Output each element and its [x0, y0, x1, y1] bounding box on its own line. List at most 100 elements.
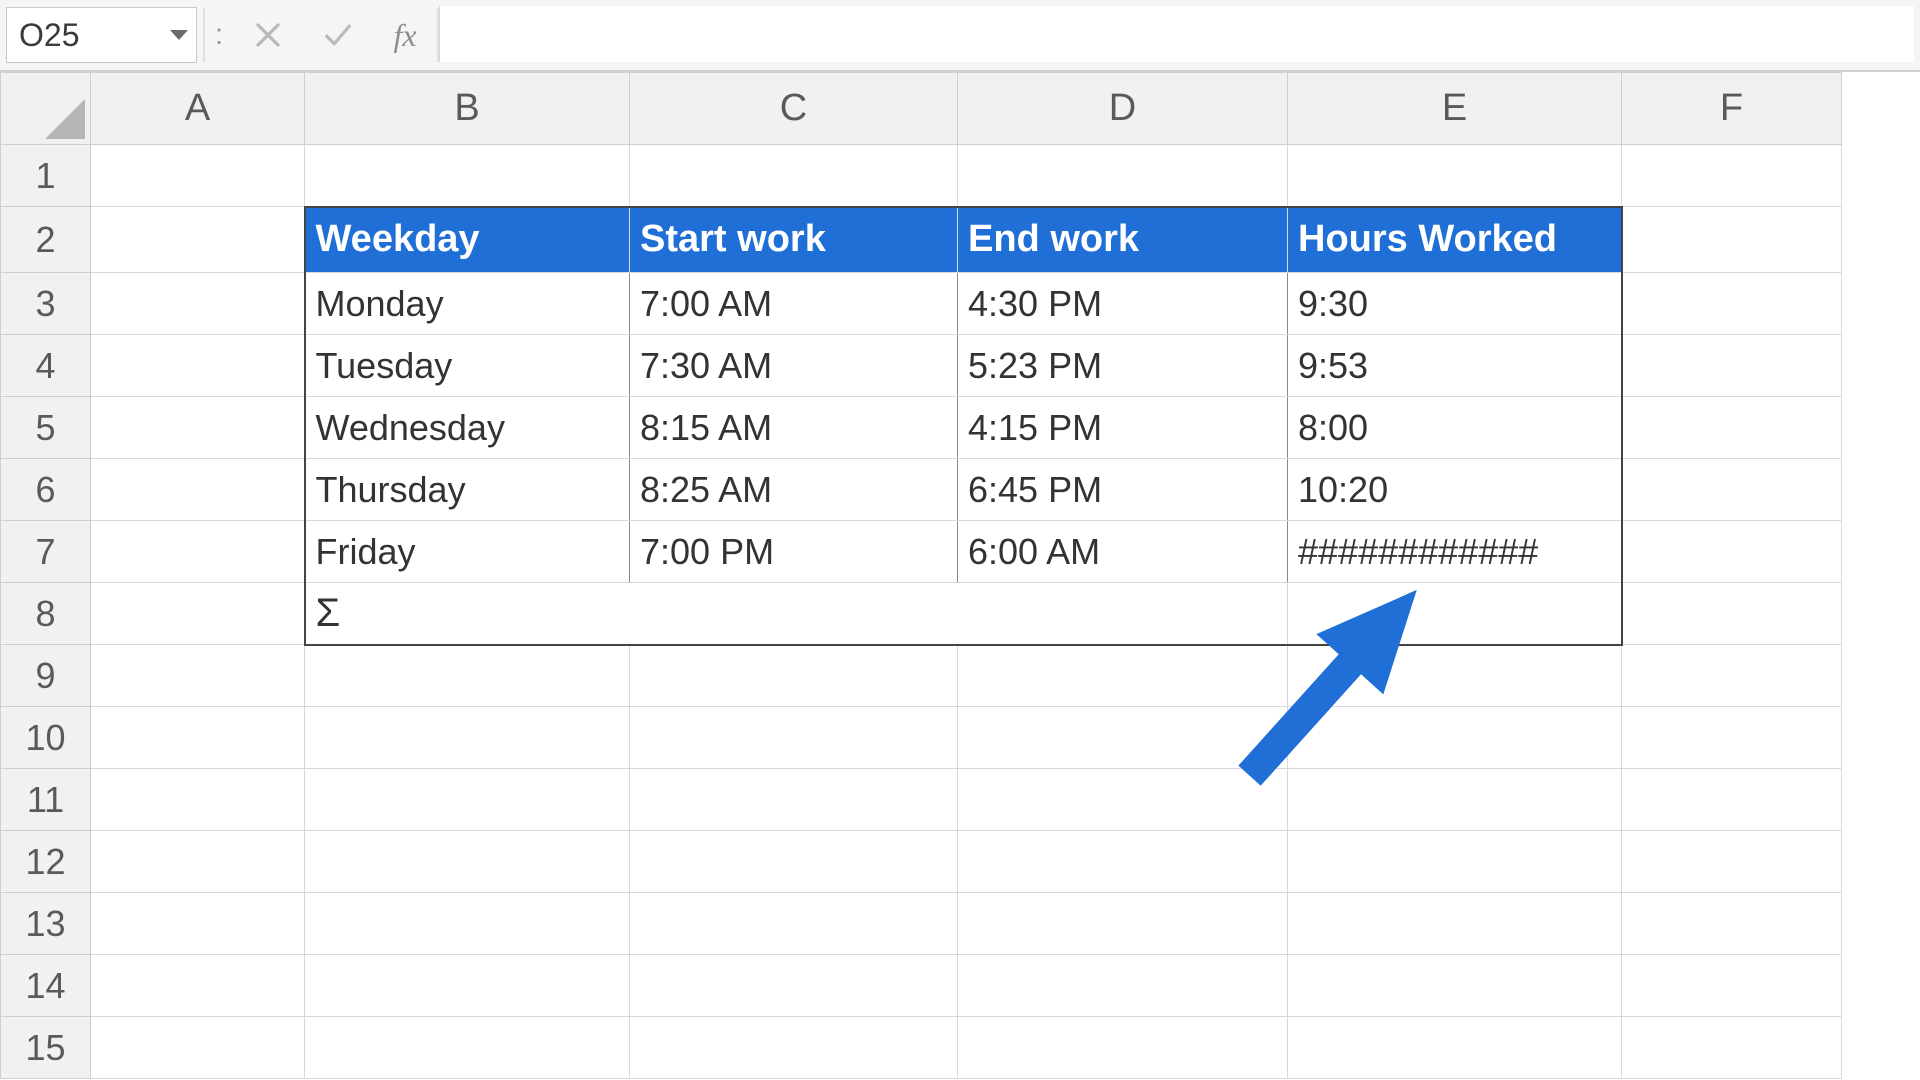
cell[interactable] — [1288, 831, 1622, 893]
cell[interactable]: 7:30 AM — [630, 335, 958, 397]
cell[interactable] — [1622, 459, 1842, 521]
cell[interactable] — [91, 955, 305, 1017]
cell[interactable] — [91, 397, 305, 459]
cell[interactable] — [305, 955, 630, 1017]
cell[interactable] — [1622, 335, 1842, 397]
formula-input[interactable] — [439, 6, 1914, 62]
row-header[interactable]: 10 — [1, 707, 91, 769]
name-box[interactable]: O25 — [6, 7, 197, 63]
row-header[interactable]: 6 — [1, 459, 91, 521]
cell[interactable] — [630, 955, 958, 1017]
cell[interactable] — [1622, 583, 1842, 645]
column-header-D[interactable]: D — [958, 73, 1288, 145]
cell[interactable] — [1288, 583, 1622, 645]
cell[interactable] — [1622, 521, 1842, 583]
cell[interactable] — [1288, 893, 1622, 955]
cell[interactable]: Start work — [630, 207, 958, 273]
cell[interactable] — [958, 893, 1288, 955]
cell[interactable] — [958, 145, 1288, 207]
cell[interactable] — [958, 1017, 1288, 1079]
cell[interactable]: Σ — [305, 583, 1288, 645]
cell[interactable] — [1622, 831, 1842, 893]
cell[interactable] — [958, 955, 1288, 1017]
cell[interactable] — [1288, 145, 1622, 207]
cell[interactable] — [1622, 707, 1842, 769]
cell[interactable]: Wednesday — [305, 397, 630, 459]
row-header[interactable]: 3 — [1, 273, 91, 335]
cell[interactable] — [1288, 707, 1622, 769]
cell[interactable]: 7:00 AM — [630, 273, 958, 335]
row-header[interactable]: 9 — [1, 645, 91, 707]
cell[interactable] — [91, 273, 305, 335]
cell[interactable] — [630, 145, 958, 207]
cell[interactable] — [630, 1017, 958, 1079]
cell[interactable]: Thursday — [305, 459, 630, 521]
cell[interactable] — [305, 769, 630, 831]
cell[interactable]: 5:23 PM — [958, 335, 1288, 397]
cell[interactable] — [1622, 145, 1842, 207]
cell[interactable] — [1622, 273, 1842, 335]
cell[interactable]: 9:53 — [1288, 335, 1622, 397]
cell[interactable] — [1622, 645, 1842, 707]
row-header[interactable]: 11 — [1, 769, 91, 831]
insert-function-button[interactable]: fx — [373, 0, 437, 70]
cell[interactable] — [958, 645, 1288, 707]
cell[interactable]: 8:25 AM — [630, 459, 958, 521]
cell[interactable]: Weekday — [305, 207, 630, 273]
cell[interactable] — [305, 145, 630, 207]
cell[interactable]: 6:45 PM — [958, 459, 1288, 521]
select-all-corner[interactable] — [1, 73, 91, 145]
enter-button[interactable] — [303, 0, 373, 70]
row-header[interactable]: 2 — [1, 207, 91, 273]
cell[interactable] — [91, 459, 305, 521]
cell[interactable]: 4:30 PM — [958, 273, 1288, 335]
cell[interactable] — [630, 893, 958, 955]
cell[interactable] — [305, 893, 630, 955]
cell[interactable] — [1622, 1017, 1842, 1079]
cell[interactable]: 8:15 AM — [630, 397, 958, 459]
row-header[interactable]: 4 — [1, 335, 91, 397]
cell[interactable] — [91, 707, 305, 769]
row-header[interactable]: 12 — [1, 831, 91, 893]
row-header[interactable]: 7 — [1, 521, 91, 583]
cell[interactable] — [1288, 769, 1622, 831]
cell[interactable]: Hours Worked — [1288, 207, 1622, 273]
cell[interactable] — [91, 145, 305, 207]
column-header-C[interactable]: C — [630, 73, 958, 145]
cell[interactable] — [1622, 955, 1842, 1017]
cell[interactable] — [1622, 769, 1842, 831]
cell[interactable] — [958, 769, 1288, 831]
cell[interactable] — [1622, 893, 1842, 955]
column-header-B[interactable]: B — [305, 73, 630, 145]
cell[interactable] — [91, 521, 305, 583]
cell[interactable] — [91, 335, 305, 397]
cell[interactable] — [91, 645, 305, 707]
row-header[interactable]: 5 — [1, 397, 91, 459]
cell[interactable] — [91, 893, 305, 955]
cell[interactable] — [1288, 645, 1622, 707]
cell[interactable]: End work — [958, 207, 1288, 273]
cell[interactable] — [91, 769, 305, 831]
cell[interactable]: 7:00 PM — [630, 521, 958, 583]
cancel-button[interactable] — [233, 0, 303, 70]
cell[interactable] — [1622, 397, 1842, 459]
column-header-E[interactable]: E — [1288, 73, 1622, 145]
cell[interactable] — [630, 645, 958, 707]
column-header-F[interactable]: F — [1622, 73, 1842, 145]
cell[interactable]: 9:30 — [1288, 273, 1622, 335]
cell[interactable] — [958, 831, 1288, 893]
cell[interactable] — [91, 1017, 305, 1079]
cell[interactable]: 4:15 PM — [958, 397, 1288, 459]
cell[interactable] — [1622, 207, 1842, 273]
cell[interactable] — [1288, 955, 1622, 1017]
cell[interactable] — [91, 831, 305, 893]
cell[interactable]: Friday — [305, 521, 630, 583]
row-header[interactable]: 8 — [1, 583, 91, 645]
cell[interactable] — [91, 583, 305, 645]
cell[interactable]: ############ — [1288, 521, 1622, 583]
cell[interactable] — [305, 645, 630, 707]
cell[interactable] — [305, 1017, 630, 1079]
spreadsheet-grid[interactable]: A B C D E F 1 2 Weekday Start work End w… — [0, 72, 1920, 1080]
cell[interactable]: 6:00 AM — [958, 521, 1288, 583]
cell[interactable] — [305, 707, 630, 769]
